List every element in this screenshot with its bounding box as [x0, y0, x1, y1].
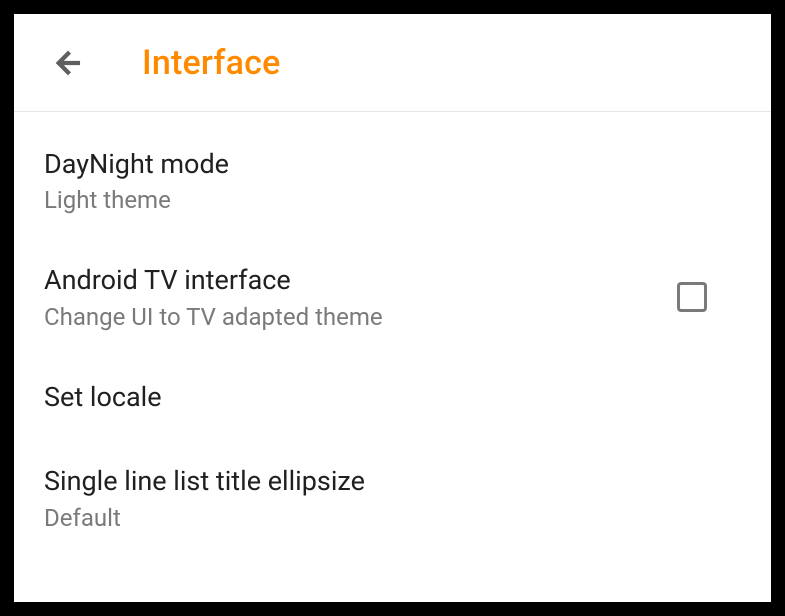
- setting-text: Set locale: [44, 379, 741, 415]
- page-title: Interface: [142, 43, 280, 83]
- setting-set-locale[interactable]: Set locale: [14, 355, 771, 439]
- setting-android-tv-interface[interactable]: Android TV interface Change UI to TV ada…: [14, 238, 771, 354]
- setting-title: Android TV interface: [44, 262, 677, 298]
- settings-screen: Interface DayNight mode Light theme Andr…: [14, 14, 771, 602]
- setting-text: Android TV interface Change UI to TV ada…: [44, 262, 677, 330]
- back-button[interactable]: [44, 39, 92, 87]
- setting-subtitle: Default: [44, 504, 741, 532]
- setting-text: Single line list title ellipsize Default: [44, 463, 741, 531]
- setting-title: DayNight mode: [44, 146, 741, 182]
- setting-daynight-mode[interactable]: DayNight mode Light theme: [14, 122, 771, 238]
- checkbox-unchecked-icon[interactable]: [677, 282, 707, 312]
- setting-single-line-ellipsize[interactable]: Single line list title ellipsize Default: [14, 439, 771, 555]
- setting-subtitle: Change UI to TV adapted theme: [44, 303, 677, 331]
- setting-subtitle: Light theme: [44, 186, 741, 214]
- arrow-back-icon: [51, 46, 85, 80]
- app-bar: Interface: [14, 14, 771, 112]
- setting-title: Set locale: [44, 379, 741, 415]
- setting-title: Single line list title ellipsize: [44, 463, 741, 499]
- settings-list: DayNight mode Light theme Android TV int…: [14, 112, 771, 556]
- setting-text: DayNight mode Light theme: [44, 146, 741, 214]
